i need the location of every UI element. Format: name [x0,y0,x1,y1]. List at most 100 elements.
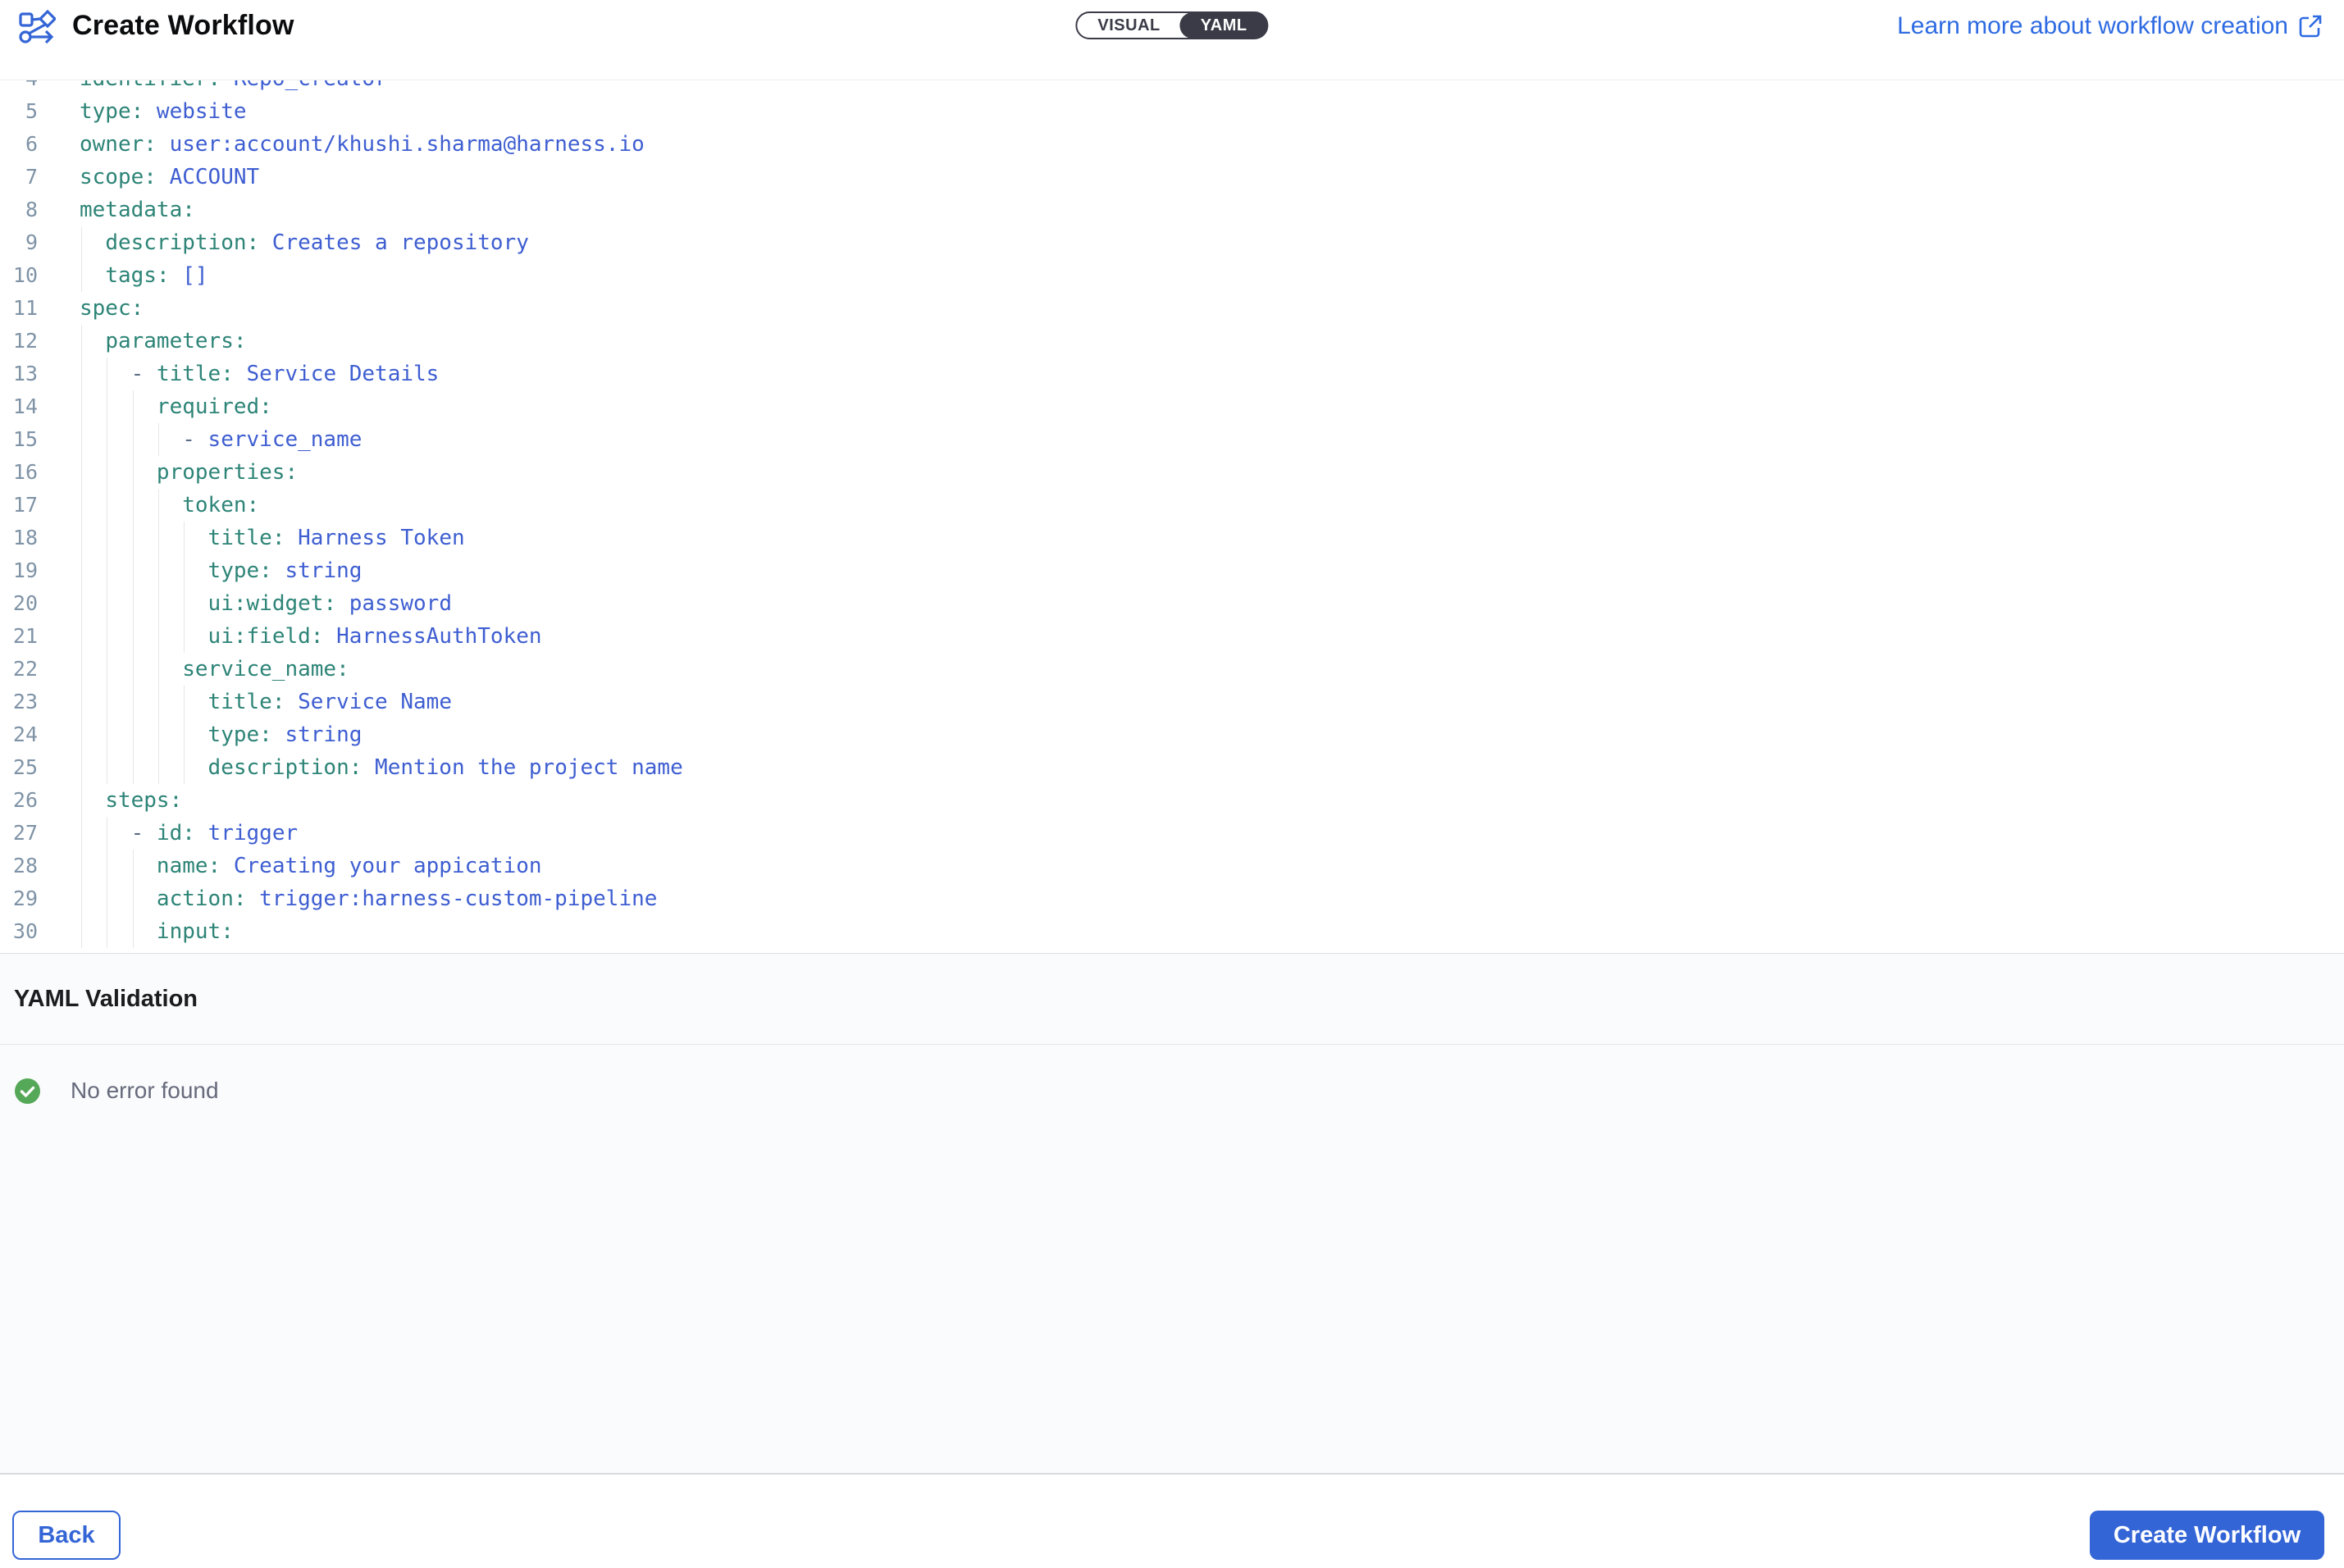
yaml-code: ui:field: HarnessAuthToken [38,620,542,653]
yaml-validation-panel: YAML Validation No error found M [0,953,2344,1473]
line-number: 20 [0,587,38,620]
yaml-code: token: [38,489,259,522]
indent-guide [133,653,134,686]
yaml-line[interactable]: 29 action: trigger:harness-custom-pipeli… [0,882,2344,915]
create-workflow-page: Create Workflow VISUAL YAML Learn more a… [0,0,2344,1568]
line-number: 27 [0,817,38,850]
yaml-code: action: trigger:harness-custom-pipeline [38,882,657,915]
line-number: 11 [0,292,38,325]
indent-guide [184,587,185,620]
yaml-line[interactable]: 30 input: [0,915,2344,948]
indent-guide [81,226,82,259]
external-link-icon [2298,14,2323,39]
yaml-code: spec: [38,292,144,325]
indent-guide [133,751,134,784]
indent-guide [158,751,159,784]
indent-guide [133,423,134,456]
yaml-line[interactable]: 26 steps: [0,784,2344,817]
indent-guide [81,489,82,522]
yaml-line[interactable]: 7scope: ACCOUNT [0,161,2344,194]
yaml-code: owner: user:account/khushi.sharma@harnes… [38,128,645,161]
yaml-line[interactable]: 28 name: Creating your appication [0,850,2344,882]
learn-more-link[interactable]: Learn more about workflow creation [1897,12,2323,40]
toggle-yaml[interactable]: YAML [1180,12,1268,39]
yaml-editor[interactable]: 4identifier: Repo_creator5type: website6… [0,80,2344,953]
indent-guide [81,653,82,686]
indent-guide [184,620,185,653]
line-number: 6 [0,128,38,161]
line-number: 28 [0,850,38,882]
line-number: 23 [0,686,38,718]
yaml-code: description: Mention the project name [38,751,683,784]
yaml-line[interactable]: 20 ui:widget: password [0,587,2344,620]
line-number: 16 [0,456,38,489]
yaml-code: steps: [38,784,182,817]
yaml-line[interactable]: 5type: website [0,95,2344,128]
validation-status-row: No error found [0,1078,2344,1104]
page-title: Create Workflow [72,10,294,42]
yaml-line[interactable]: 16 properties: [0,456,2344,489]
line-number: 14 [0,390,38,423]
yaml-line[interactable]: 14 required: [0,390,2344,423]
indent-guide [133,522,134,554]
indent-guide [184,522,185,554]
yaml-line[interactable]: 22 service_name: [0,653,2344,686]
line-number: 30 [0,915,38,948]
yaml-line[interactable]: 18 title: Harness Token [0,522,2344,554]
yaml-code: title: Service Name [38,686,452,718]
indent-guide [133,390,134,423]
page-footer: Back Create Workflow [0,1473,2344,1568]
yaml-line[interactable]: 24 type: string [0,718,2344,751]
indent-guide [133,620,134,653]
indent-guide [81,554,82,587]
yaml-line[interactable]: 17 token: [0,489,2344,522]
line-number: 15 [0,423,38,456]
yaml-code: type: string [38,554,362,587]
indent-guide [158,554,159,587]
yaml-line[interactable]: 15 - service_name [0,423,2344,456]
indent-guide [133,456,134,489]
indent-guide [81,456,82,489]
yaml-line[interactable]: 8metadata: [0,194,2344,226]
indent-guide [133,850,134,882]
yaml-line[interactable]: 25 description: Mention the project name [0,751,2344,784]
yaml-line[interactable]: 4identifier: Repo_creator [0,80,2344,95]
indent-guide [81,718,82,751]
indent-guide [184,751,185,784]
yaml-line[interactable]: 12 parameters: [0,325,2344,358]
toggle-visual[interactable]: VISUAL [1077,13,1180,38]
yaml-lines: 4identifier: Repo_creator5type: website6… [0,80,2344,948]
line-number: 25 [0,751,38,784]
line-number: 24 [0,718,38,751]
workflow-icon [18,9,56,43]
line-number: 13 [0,358,38,390]
line-number: 21 [0,620,38,653]
line-number: 26 [0,784,38,817]
yaml-code: type: string [38,718,362,751]
yaml-line[interactable]: 23 title: Service Name [0,686,2344,718]
yaml-line[interactable]: 21 ui:field: HarnessAuthToken [0,620,2344,653]
yaml-line[interactable]: 9 description: Creates a repository [0,226,2344,259]
line-number: 4 [0,80,38,95]
indent-guide [133,882,134,915]
yaml-line[interactable]: 19 type: string [0,554,2344,587]
line-number: 22 [0,653,38,686]
line-number: 17 [0,489,38,522]
back-button[interactable]: Back [12,1511,121,1560]
yaml-line[interactable]: 10 tags: [] [0,259,2344,292]
page-header: Create Workflow VISUAL YAML Learn more a… [0,0,2344,80]
yaml-line[interactable]: 6owner: user:account/khushi.sharma@harne… [0,128,2344,161]
create-workflow-button[interactable]: Create Workflow [2090,1511,2324,1560]
line-number: 18 [0,522,38,554]
indent-guide [158,489,159,522]
yaml-line[interactable]: 13 - title: Service Details [0,358,2344,390]
learn-more-label: Learn more about workflow creation [1897,12,2288,40]
yaml-line[interactable]: 27 - id: trigger [0,817,2344,850]
line-number: 9 [0,226,38,259]
indent-guide [81,325,82,358]
yaml-line[interactable]: 11spec: [0,292,2344,325]
validation-status-text: No error found [71,1078,219,1104]
indent-guide [133,489,134,522]
indent-guide [184,718,185,751]
indent-guide [158,686,159,718]
